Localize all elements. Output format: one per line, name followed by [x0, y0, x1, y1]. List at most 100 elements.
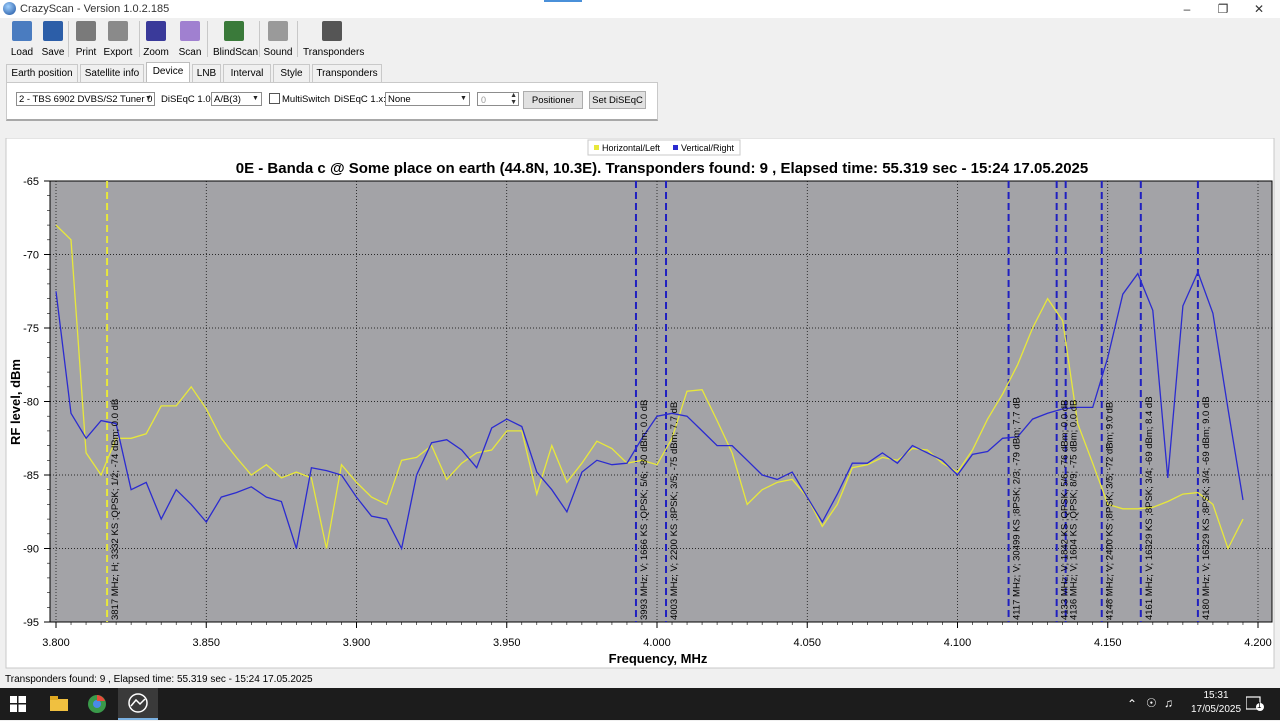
sound-button[interactable]: Sound — [263, 21, 293, 59]
clock-date[interactable]: 17/05/2025 — [1186, 704, 1246, 715]
toolbar-separator — [259, 21, 260, 57]
y-axis-label: RF level, dBm — [8, 359, 23, 445]
y-tick-label: -85 — [23, 470, 39, 482]
zoom-button[interactable]: Zoom — [143, 21, 169, 59]
legend-swatch — [673, 145, 678, 150]
satellite-dish-icon — [224, 21, 244, 41]
x-tick-label: 4.100 — [944, 637, 972, 649]
diseqc10-select[interactable]: A/B(3) ▼ — [211, 92, 262, 106]
save-icon — [43, 21, 63, 41]
load-icon — [12, 21, 32, 41]
toolbar-separator — [68, 21, 69, 57]
scan-icon — [180, 21, 200, 41]
tab-lnb[interactable]: LNB — [192, 64, 221, 82]
transponder-label: 4117 MHz; V; 30499 KS ;8PSK; 2/3; -79 dB… — [1012, 397, 1023, 620]
maximize-button[interactable]: ❐ — [1208, 0, 1238, 18]
diseqc10-select-value: A/B(3) — [214, 94, 241, 105]
tab-transponders[interactable]: Transponders — [312, 64, 382, 82]
tab-device[interactable]: Device — [146, 62, 190, 82]
window-titlebar: CrazyScan - Version 1.0.2.185 – ❐ ✕ — [0, 0, 1280, 18]
crazyscan-app-icon — [3, 2, 16, 15]
y-tick-label: -90 — [23, 544, 39, 556]
tab-style[interactable]: Style — [273, 64, 310, 82]
x-tick-label: 3.950 — [493, 637, 521, 649]
multiswitch-label: MultiSwitch — [282, 94, 331, 105]
window-title: CrazyScan - Version 1.0.2.185 — [20, 3, 170, 15]
chevron-down-icon: ▼ — [145, 95, 152, 102]
tab-earth-position[interactable]: Earth position — [6, 64, 78, 82]
multiswitch-checkbox[interactable] — [269, 93, 280, 104]
blindscan-button[interactable]: BlindScan — [213, 21, 259, 59]
scan-button-label: Scan — [178, 47, 202, 58]
diseqc1x-select-value: None — [388, 94, 411, 105]
x-tick-label: 4.000 — [643, 637, 671, 649]
tuner-select-value: 2 - TBS 6902 DVBS/S2 Tuner 0 — [19, 94, 153, 105]
transponder-label: 3993 MHz; V; 1666 KS ;QPSK; 5/6; -80 dBm… — [639, 400, 650, 620]
windows-start-icon[interactable] — [10, 696, 26, 712]
spectrum-chart-area: 3.800 3.850 3.900 3.950 4.000 4.050 4.100 4.150… — [0, 137, 1280, 670]
minimize-button[interactable]: – — [1172, 0, 1202, 18]
speaker-tray-icon[interactable]: ♫ — [1164, 696, 1173, 710]
close-button[interactable]: ✕ — [1244, 0, 1274, 18]
crazyscan-taskbar-button[interactable] — [118, 688, 158, 720]
tuner-select[interactable]: 2 - TBS 6902 DVBS/S2 Tuner 0 ▼ — [16, 92, 155, 106]
x-tick-label: 3.800 — [42, 637, 70, 649]
notifications-icon[interactable]: 1 — [1245, 696, 1264, 712]
transponder-label: 4180 MHz; V; 16329 KS ;8PSK; 3/4; -69 dB… — [1201, 396, 1212, 620]
zoom-button-label: Zoom — [143, 47, 169, 58]
x-tick-label: 4.050 — [793, 637, 821, 649]
tab-satellite-info[interactable]: Satellite info — [80, 64, 144, 82]
transponder-label: 3817 MHz; H; 3332 KS ;QPSK; 1/2; -74 dBm… — [110, 399, 121, 620]
diseqc-spin-value: 0 — [481, 95, 487, 105]
diseqc-spin-input[interactable]: 0 ▲ ▼ — [477, 92, 519, 106]
scan-button[interactable]: Scan — [176, 21, 204, 59]
y-tick-label: -75 — [23, 323, 39, 335]
export-button[interactable]: Export — [103, 21, 133, 59]
positioner-button[interactable]: Positioner — [523, 91, 583, 109]
x-axis-label: Frequency, MHz — [609, 651, 708, 666]
x-tick-label: 4.150 — [1094, 637, 1122, 649]
y-tick-label: -65 — [23, 176, 39, 188]
browser-icon[interactable] — [87, 694, 107, 714]
windows-taskbar: ⌃ ☉ ♫ 15:31 17/05/2025 1 — [0, 688, 1280, 720]
diseqc1x-select[interactable]: None ▼ — [385, 92, 470, 106]
clock-time[interactable]: 15:31 — [1196, 690, 1236, 701]
toolbar-separator — [207, 21, 208, 57]
chevron-up-icon[interactable]: ⌃ — [1127, 697, 1137, 711]
file-explorer-icon[interactable] — [50, 696, 68, 711]
set-diseqc-button[interactable]: Set DiSEqC — [589, 91, 646, 109]
y-tick-label: -80 — [23, 397, 39, 409]
transponders-button-label: Transponders — [303, 47, 365, 58]
y-tick-label: -70 — [23, 250, 39, 262]
chevron-down-icon: ▼ — [460, 95, 467, 102]
status-bar: Transponders found: 9 , Elapsed time: 55… — [0, 672, 1280, 688]
save-button[interactable]: Save — [39, 21, 67, 59]
sound-button-label: Sound — [263, 47, 293, 58]
blindscan-button-label: BlindScan — [213, 47, 259, 58]
transponder-label: 4161 MHz; V; 16329 KS ;8PSK; 3/4; -69 dB… — [1144, 396, 1155, 620]
transponder-label: 4148 MHz; V; 2400 KS ;8PSK; 3/5; -72 dBm… — [1105, 402, 1116, 620]
transponder-label: 4136 MHz; V; 1604 KS ;QPSK; 8/9; -75 dBm… — [1069, 400, 1080, 620]
save-button-label: Save — [41, 47, 65, 58]
toolbar-separator — [297, 21, 298, 57]
print-icon — [76, 21, 96, 41]
tab-interval[interactable]: Interval — [223, 64, 271, 82]
x-tick-label: 3.900 — [343, 637, 371, 649]
toolbar-separator — [139, 21, 140, 57]
main-toolbar: Load Save Print Export Zoom Scan BlindScan Soun… — [0, 18, 1280, 60]
print-button[interactable]: Print — [72, 21, 100, 59]
network-icon[interactable]: ☉ — [1146, 696, 1157, 710]
export-button-label: Export — [103, 47, 133, 58]
y-tick-label: -95 — [23, 617, 39, 629]
device-panel: 2 - TBS 6902 DVBS/S2 Tuner 0 ▼ DiSEqC 1.… — [6, 82, 658, 121]
spectrum-chart[interactable]: 3.800 3.850 3.900 3.950 4.000 4.050 4.100 4.150… — [0, 137, 1280, 670]
load-button[interactable]: Load — [8, 21, 36, 59]
chart-title: 0E - Banda c @ Some place on earth (44.8… — [236, 160, 1088, 177]
speaker-icon — [268, 21, 288, 41]
print-button-label: Print — [75, 47, 97, 58]
load-button-label: Load — [10, 47, 34, 58]
notification-count: 1 — [1257, 701, 1262, 710]
export-icon — [108, 21, 128, 41]
transponders-button[interactable]: Transponders — [303, 21, 365, 59]
spin-arrows-icon[interactable]: ▲ ▼ — [510, 92, 517, 106]
